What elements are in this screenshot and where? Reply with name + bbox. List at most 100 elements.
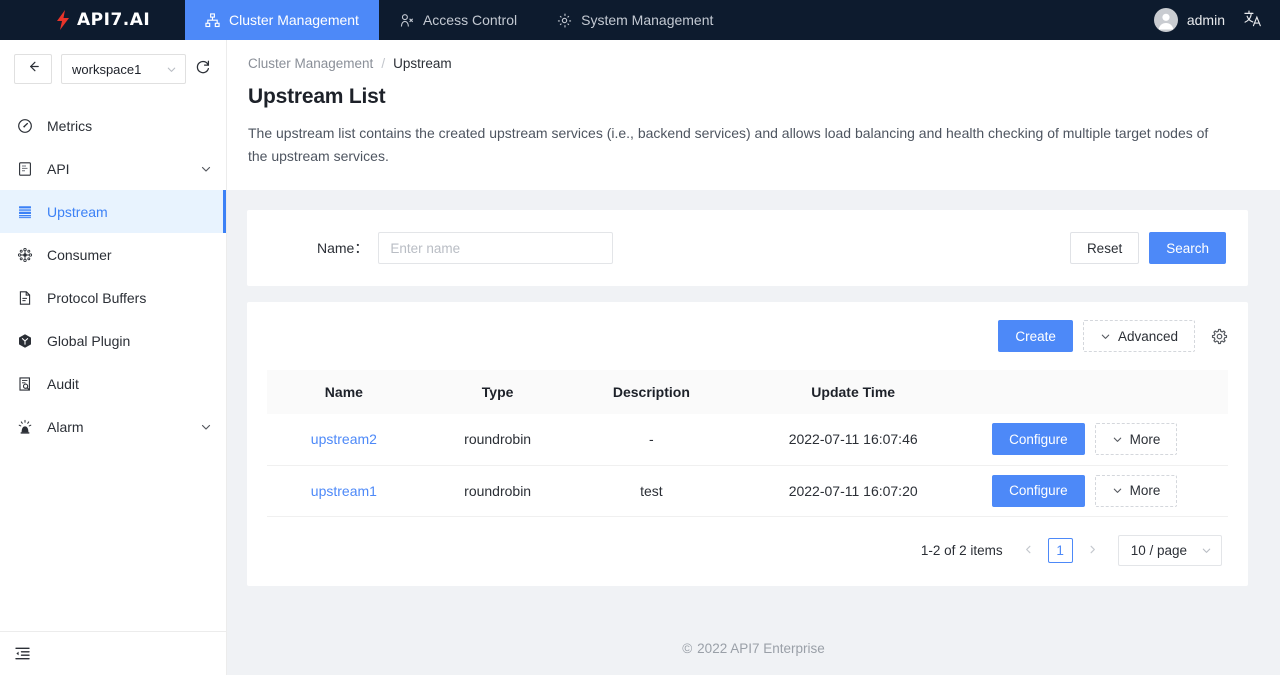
- more-button[interactable]: More: [1094, 474, 1178, 507]
- sidebar-menu: Metrics API Upstream Consumer Protocol B…: [0, 104, 226, 631]
- cell-type: roundrobin: [420, 465, 575, 517]
- sidebar-label-metrics: Metrics: [47, 117, 93, 134]
- avatar: [1153, 8, 1178, 32]
- upstream-link[interactable]: upstream1: [311, 483, 377, 499]
- configure-button[interactable]: Configure: [992, 474, 1085, 507]
- configure-button[interactable]: Configure: [992, 423, 1085, 456]
- lightning-bolt-icon: [56, 10, 70, 30]
- cell-name: upstream1: [267, 465, 421, 517]
- sidebar-label-global-plugin: Global Plugin: [47, 332, 131, 349]
- cell-description: -: [574, 414, 729, 466]
- breadcrumb-parent[interactable]: Cluster Management: [248, 56, 373, 71]
- page-footer: © 2022 API7 Enterprise: [227, 621, 1280, 675]
- filter-actions: Reset Search: [1069, 232, 1226, 264]
- advanced-label: Advanced: [1117, 328, 1178, 344]
- file-search-icon: [16, 376, 33, 392]
- upstream-link[interactable]: upstream2: [311, 431, 377, 447]
- cell-description: test: [574, 465, 729, 517]
- translate-icon[interactable]: [1243, 9, 1262, 32]
- file-code-icon: [16, 290, 33, 306]
- table-settings-gear-icon[interactable]: [1211, 328, 1228, 345]
- create-button[interactable]: Create: [998, 320, 1073, 352]
- user-menu[interactable]: admin: [1153, 8, 1225, 32]
- sidebar-footer: [0, 631, 226, 675]
- chevron-down-icon: [1201, 545, 1212, 556]
- chevron-down-icon: [200, 163, 212, 175]
- sidebar-label-audit: Audit: [47, 375, 79, 392]
- sidebar-label-api: API: [47, 160, 70, 177]
- user-name: admin: [1186, 12, 1225, 28]
- column-header-actions: [978, 370, 1228, 414]
- brand-logo[interactable]: API7.AI: [0, 0, 185, 40]
- siren-alarm-icon: [16, 419, 33, 435]
- upstream-table: Name Type Description Update Time upstre…: [267, 370, 1228, 517]
- page-size-select[interactable]: 10 / page: [1117, 534, 1222, 566]
- nav-item-access-control[interactable]: Access Control: [379, 0, 537, 40]
- sidebar-label-consumer: Consumer: [47, 246, 112, 263]
- pagination-prev-chevron-left-icon[interactable]: [1019, 543, 1038, 558]
- sidebar-item-consumer[interactable]: Consumer: [0, 233, 226, 276]
- nav-item-cluster-management[interactable]: Cluster Management: [185, 0, 379, 40]
- workspace-select[interactable]: workspace1: [61, 54, 186, 84]
- more-label: More: [1129, 483, 1161, 498]
- footer-text: 2022 API7 Enterprise: [697, 640, 825, 656]
- nav-label-access-control: Access Control: [422, 12, 518, 28]
- sidebar-item-alarm[interactable]: Alarm: [0, 405, 226, 448]
- workspace-value: workspace1: [72, 61, 142, 77]
- name-filter-label: Name：: [317, 240, 369, 256]
- breadcrumb: Cluster Management / Upstream: [248, 56, 1250, 71]
- advanced-button[interactable]: Advanced: [1082, 320, 1195, 352]
- gear-icon: [557, 13, 572, 28]
- cell-name: upstream2: [267, 414, 421, 466]
- sitemap-icon: [205, 12, 220, 28]
- chevron-down-icon: [1100, 331, 1111, 342]
- sidebar-item-audit[interactable]: Audit: [0, 362, 226, 405]
- filter-panel: Name： Reset Search: [247, 210, 1248, 286]
- column-header-update-time: Update Time: [728, 370, 979, 414]
- sidebar-item-metrics[interactable]: Metrics: [0, 104, 226, 147]
- search-button[interactable]: Search: [1149, 232, 1226, 264]
- chevron-down-icon: [166, 64, 177, 75]
- chevron-down-icon: [200, 421, 212, 433]
- sidebar-item-global-plugin[interactable]: Global Plugin: [0, 319, 226, 362]
- refresh-button[interactable]: [195, 59, 211, 80]
- cell-actions: Configure More: [978, 414, 1228, 466]
- table-row: upstream1 roundrobin test 2022-07-11 16:…: [267, 465, 1228, 517]
- breadcrumb-current: Upstream: [393, 56, 452, 71]
- back-button[interactable]: [14, 54, 52, 84]
- reset-button[interactable]: Reset: [1069, 232, 1140, 264]
- cube-plugin-icon: [16, 333, 33, 349]
- top-navigation-bar: API7.AI Cluster Management Access Contro…: [0, 0, 1280, 40]
- cell-type: roundrobin: [420, 414, 575, 466]
- nav-item-system-management[interactable]: System Management: [537, 0, 733, 40]
- chevron-down-icon: [1112, 434, 1123, 445]
- more-label: More: [1129, 431, 1161, 447]
- copyright-icon: ©: [682, 640, 693, 656]
- pagination-next-chevron-right-icon[interactable]: [1083, 543, 1102, 558]
- top-nav-items: Cluster Management Access Control System…: [185, 0, 733, 40]
- more-button[interactable]: More: [1094, 423, 1178, 456]
- pagination: 1-2 of 2 items 1 10 / page: [267, 517, 1228, 572]
- name-filter-input[interactable]: [378, 232, 614, 264]
- column-header-name: Name: [267, 370, 421, 414]
- column-header-description: Description: [574, 370, 729, 414]
- table-body: upstream2 roundrobin - 2022-07-11 16:07:…: [267, 414, 1228, 517]
- menu-collapse-icon[interactable]: [14, 645, 31, 662]
- nav-label-cluster-management: Cluster Management: [229, 12, 359, 28]
- page-size-value: 10 / page: [1130, 542, 1187, 558]
- sidebar-item-protocol-buffers[interactable]: Protocol Buffers: [0, 276, 226, 319]
- sidebar-item-api[interactable]: API: [0, 147, 226, 190]
- column-header-type: Type: [420, 370, 575, 414]
- pagination-page-1[interactable]: 1: [1047, 537, 1073, 563]
- sidebar: workspace1 Metrics API Upstream Consumer…: [0, 40, 227, 675]
- page-body: Name： Reset Search Create Advanced: [227, 190, 1280, 621]
- nodes-network-icon: [16, 247, 33, 263]
- table-toolbar: Create Advanced: [267, 320, 1228, 370]
- nav-right-group: admin: [1153, 0, 1280, 40]
- pagination-total: 1-2 of 2 items: [920, 542, 1003, 558]
- workspace-selector-row: workspace1: [0, 40, 226, 96]
- sidebar-label-alarm: Alarm: [47, 418, 84, 435]
- sidebar-item-upstream[interactable]: Upstream: [0, 190, 226, 233]
- content-area: Cluster Management / Upstream Upstream L…: [0, 40, 1280, 675]
